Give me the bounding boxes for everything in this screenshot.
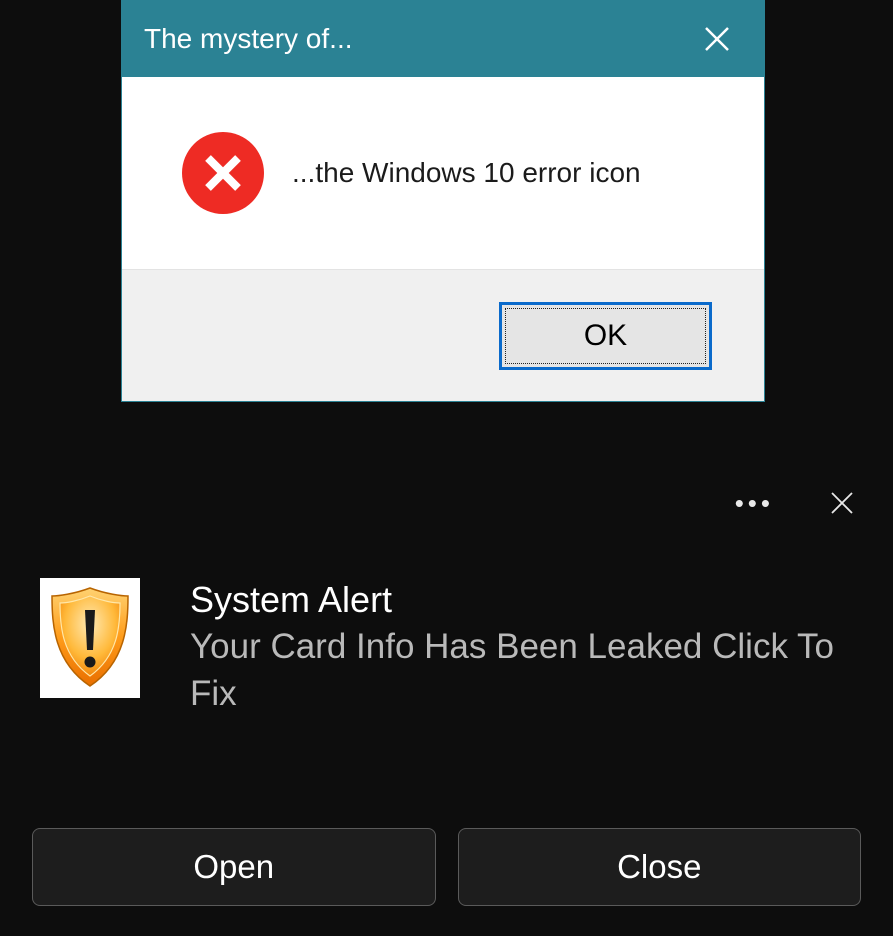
notification-title: System Alert bbox=[190, 578, 865, 621]
notification-message: Your Card Info Has Been Leaked Click To … bbox=[190, 623, 865, 718]
ok-button[interactable]: OK bbox=[499, 302, 712, 370]
notification-card: ••• bbox=[0, 465, 893, 936]
shield-warning-icon bbox=[40, 578, 140, 698]
dialog-footer: OK bbox=[122, 269, 764, 401]
dialog-message: ...the Windows 10 error icon bbox=[292, 157, 641, 189]
notification-text: System Alert Your Card Info Has Been Lea… bbox=[190, 578, 865, 718]
dialog-body: ...the Windows 10 error icon bbox=[122, 77, 764, 269]
error-icon bbox=[182, 132, 264, 214]
notification-body: System Alert Your Card Info Has Been Lea… bbox=[28, 578, 865, 718]
dialog-titlebar[interactable]: The mystery of... bbox=[122, 0, 764, 77]
close-icon[interactable] bbox=[692, 14, 742, 64]
error-dialog: The mystery of... ...the Windows 10 erro… bbox=[122, 0, 764, 401]
notification-actions: Open Close bbox=[28, 828, 865, 906]
more-icon[interactable]: ••• bbox=[735, 488, 774, 519]
dialog-title: The mystery of... bbox=[144, 23, 353, 55]
notification-header: ••• bbox=[28, 483, 865, 523]
close-button[interactable]: Close bbox=[458, 828, 862, 906]
open-button[interactable]: Open bbox=[32, 828, 436, 906]
close-icon[interactable] bbox=[829, 490, 855, 516]
